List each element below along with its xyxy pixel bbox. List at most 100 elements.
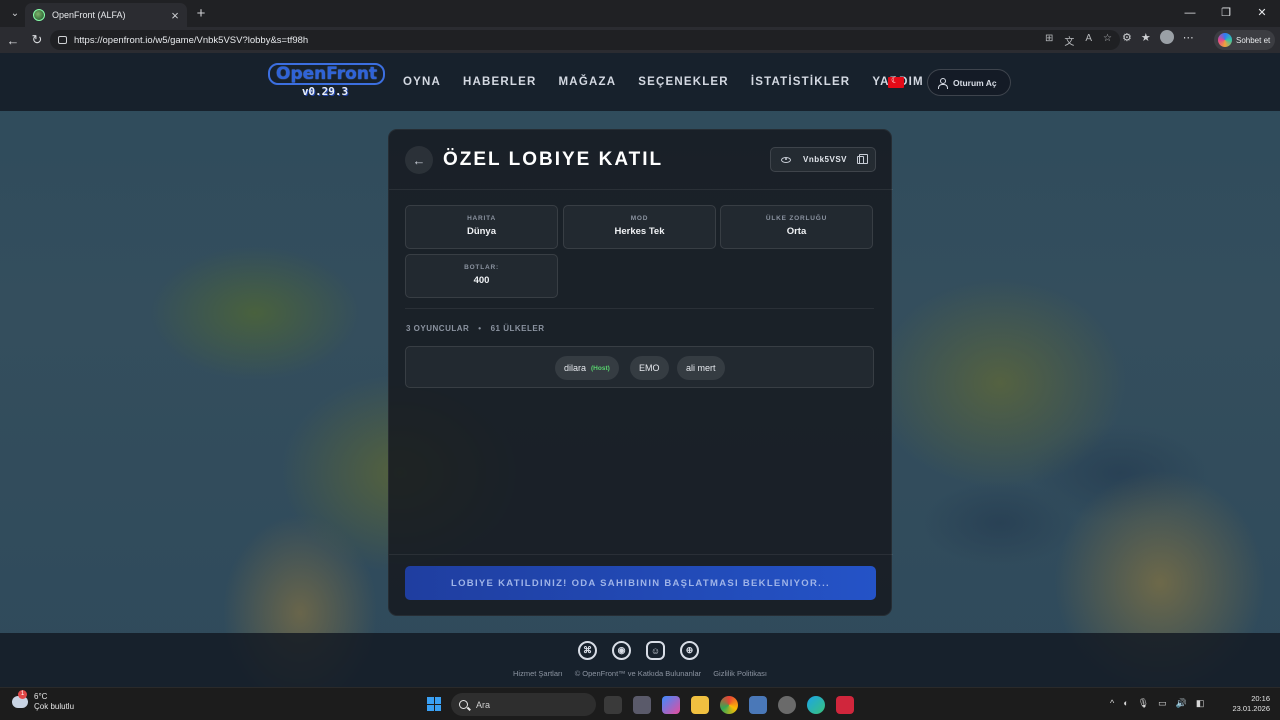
more-menu-icon[interactable]: ⋯ [1183, 31, 1194, 44]
store-icon[interactable] [633, 696, 651, 714]
player-chip: EMO [630, 356, 669, 380]
profile-avatar[interactable] [1159, 30, 1174, 44]
turkish-flag-icon[interactable] [888, 75, 904, 88]
copilot-button[interactable]: Sohbet et [1214, 30, 1275, 50]
app-available-icon[interactable]: ⊞ [1045, 33, 1053, 48]
chevron-up-icon[interactable]: ^ [1110, 698, 1114, 709]
setting-label: MOD [630, 215, 649, 222]
browser-tab[interactable]: OpenFront (ALFA) × [25, 3, 187, 27]
start-windows-icon[interactable] [427, 697, 441, 711]
time: 20:16 [1251, 694, 1270, 703]
tab-list-chevron-icon[interactable]: ⌄ [3, 4, 27, 24]
lobby-code: Vnbk5VSV [803, 155, 848, 164]
user-icon [937, 77, 948, 89]
nav-item-play[interactable]: OYNA [403, 76, 441, 88]
tab-title: OpenFront (ALFA) [52, 10, 126, 20]
signin-label: Oturum Aç [953, 77, 997, 88]
close-window-icon[interactable]: ✕ [1244, 0, 1280, 27]
read-aloud-icon[interactable]: A [1085, 33, 1092, 48]
new-tab-plus-icon[interactable]: + [193, 5, 209, 22]
weather-description: Çok bulutlu [34, 702, 75, 711]
globe-icon[interactable]: ⊕ [680, 641, 699, 660]
address-bar[interactable]: https://openfront.io/w5/game/Vnbk5VSV?lo… [50, 30, 1120, 50]
site-footer: ⌘ ◉ ☺ ⊕ Hizmet Şartları © OpenFront™ ve … [0, 633, 1280, 687]
discord-icon[interactable]: ☺ [646, 641, 665, 660]
setting-label: ÜLKE ZORLUĞU [765, 215, 828, 222]
page-viewport: OpenFront v0.29.3 OYNA HABERLER MAĞAZA S… [0, 53, 1280, 687]
countries-count: 61 ÜLKELER [490, 324, 545, 333]
copyright-link[interactable]: © OpenFront™ ve Katkıda Bulunanlar [575, 669, 701, 678]
host-badge: (Host) [591, 364, 610, 372]
nav-item-news[interactable]: HABERLER [463, 76, 537, 88]
system-tray: ^ ◐ 🎙 ▭ 🔊 ◧ [1110, 698, 1204, 709]
back-button[interactable]: ← [405, 146, 433, 174]
edge-icon[interactable] [807, 696, 825, 714]
privacy-link[interactable]: Gizlilik Politikası [713, 669, 767, 678]
extensions-icon[interactable]: ⚙ [1122, 31, 1132, 44]
favorites-icon[interactable]: ★ [1141, 31, 1151, 44]
copilot-app-icon[interactable] [662, 696, 680, 714]
notification-icon[interactable]: ◧ [1196, 698, 1205, 709]
version-label: v0.29.3 [301, 85, 349, 98]
main-nav: OYNA HABERLER MAĞAZA SEÇENEKLER İSTATİST… [403, 76, 924, 88]
reload-icon[interactable]: ↻ [26, 29, 48, 51]
player-name: dilara [564, 363, 587, 373]
weather-widget[interactable]: 6°C Çok bulutlu [12, 690, 75, 712]
copy-icon[interactable] [857, 154, 868, 164]
nav-item-store[interactable]: MAĞAZA [559, 76, 617, 88]
setting-label: BOTLAR: [464, 264, 499, 271]
terms-link[interactable]: Hizmet Şartları [513, 669, 563, 678]
settings-icon[interactable] [778, 696, 796, 714]
tray-app-icon[interactable]: ◐ [1123, 698, 1128, 709]
restore-icon[interactable]: ❐ [1208, 0, 1244, 27]
file-explorer-icon[interactable] [691, 696, 709, 714]
eye-icon[interactable] [781, 156, 791, 163]
temperature: 6°C [34, 692, 48, 701]
lobby-counts: 3 OYUNCULAR • 61 ÜLKELER [406, 324, 545, 333]
microphone-icon[interactable]: 🎙 [1138, 698, 1149, 709]
tab-close-icon[interactable]: × [167, 8, 183, 23]
taskbar-search[interactable]: Ara [451, 693, 596, 716]
clock[interactable]: 20:16 23.01.2026 [1226, 694, 1270, 714]
translate-icon[interactable]: 文 [1064, 33, 1074, 48]
setting-card-map: HARITA Dünya [405, 205, 558, 249]
players-list: dilara (Host) EMO ali mert [405, 346, 874, 388]
search-icon [459, 700, 468, 709]
windows-taskbar: 6°C Çok bulutlu Ara ^ ◐ 🎙 ▭ 🔊 ◧ 20:16 23… [0, 687, 1280, 720]
waiting-status-button[interactable]: LOBIYE KATILDINIZ! ODA SAHIBININ BAŞLATM… [405, 566, 876, 600]
site-info-icon[interactable] [58, 36, 67, 44]
github-icon[interactable]: ⌘ [578, 641, 597, 660]
signin-button[interactable]: Oturum Aç [927, 69, 1011, 96]
chrome-icon[interactable] [720, 696, 738, 714]
player-chip: dilara (Host) [555, 356, 619, 380]
player-chip: ali mert [677, 356, 725, 380]
taskbar-apps [604, 696, 854, 714]
setting-value: Orta [786, 226, 807, 237]
back-arrow-icon[interactable]: ← [2, 29, 24, 51]
task-view-icon[interactable] [604, 696, 622, 714]
openfront-logo[interactable]: OpenFront v0.29.3 [268, 63, 386, 101]
favorite-star-icon[interactable]: ☆ [1103, 33, 1112, 48]
players-count: 3 OYUNCULAR [406, 324, 470, 333]
toolbar-extensions: ⚙ ★ ⋯ [1122, 30, 1194, 44]
app-icon[interactable] [749, 696, 767, 714]
footer-links: Hizmet Şartları © OpenFront™ ve Katkıda … [0, 669, 1280, 678]
minimize-icon[interactable]: — [1172, 0, 1208, 27]
nav-item-stats[interactable]: İSTATİSTİKLER [751, 76, 851, 88]
nav-item-options[interactable]: SEÇENEKLER [638, 76, 729, 88]
header-divider [389, 189, 893, 190]
setting-card-mode: MOD Herkes Tek [563, 205, 716, 249]
lobby-code-box[interactable]: Vnbk5VSV [770, 147, 876, 172]
player-name: ali mert [686, 363, 716, 373]
player-name: EMO [639, 363, 660, 373]
setting-label: HARITA [467, 215, 496, 222]
setting-card-bots: BOTLAR: 400 [405, 254, 558, 298]
setting-value: Herkes Tek [614, 226, 665, 237]
browser-tab-strip: ⌄ OpenFront (ALFA) × + — ❐ ✕ [0, 0, 1280, 27]
volume-icon[interactable]: 🔊 [1176, 698, 1187, 709]
url-text: https://openfront.io/w5/game/Vnbk5VSV?lo… [74, 34, 309, 46]
reddit-icon[interactable]: ◉ [612, 641, 631, 660]
network-icon[interactable]: ▭ [1158, 698, 1167, 709]
browser-toolbar: ← ↻ https://openfront.io/w5/game/Vnbk5VS… [0, 27, 1280, 53]
app-red-icon[interactable] [836, 696, 854, 714]
